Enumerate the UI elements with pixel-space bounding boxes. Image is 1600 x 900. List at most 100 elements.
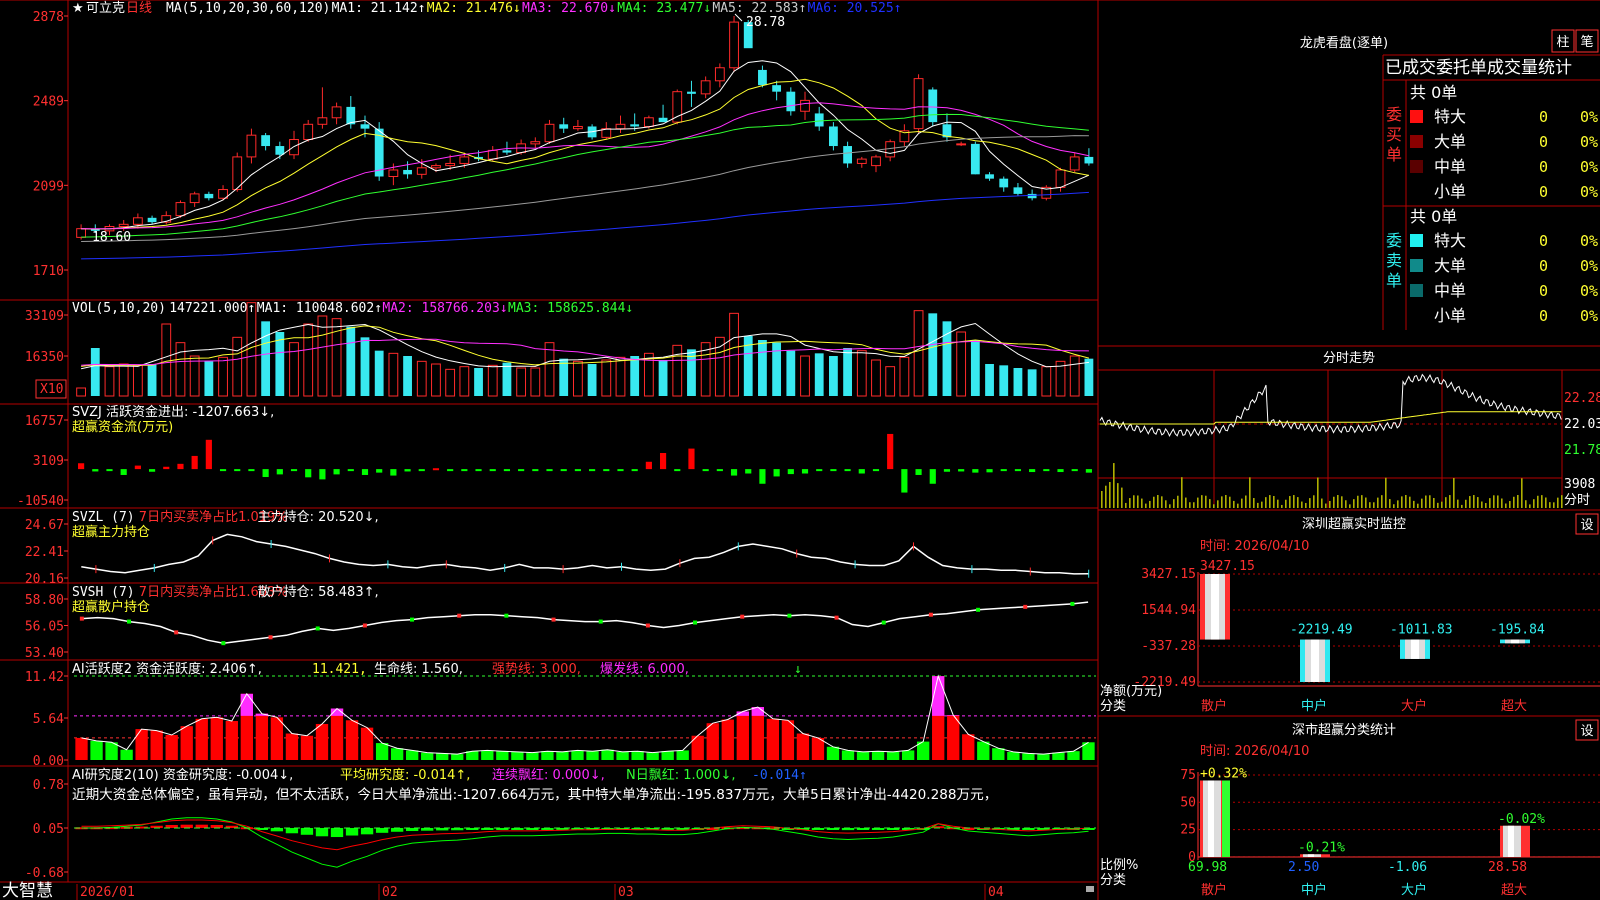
- fs-volume-bar: [1109, 482, 1111, 508]
- flow-bar-out: [120, 469, 127, 475]
- monitor-bar-label: -195.84: [1490, 623, 1545, 638]
- monitor-bar-highlight: [1211, 574, 1219, 640]
- vol-bar-down: [275, 332, 285, 396]
- flow-bar-out: [801, 469, 809, 474]
- vol-y-tick: 33109: [25, 309, 64, 324]
- sell-row-swatch: [1410, 259, 1423, 272]
- flow-bar-out: [773, 469, 780, 477]
- fs-volume-bar: [1341, 496, 1343, 508]
- sell-row-label: 中单: [1434, 281, 1466, 300]
- retail-marker: [362, 623, 367, 628]
- candle-down: [559, 124, 569, 129]
- fs-volume-bar: [1349, 504, 1351, 508]
- fs-volume-bar: [1357, 495, 1359, 508]
- x-date-label: 03: [618, 885, 634, 900]
- research-bar: [285, 828, 299, 834]
- retail-marker: [740, 614, 745, 619]
- class-bar-change: [1222, 780, 1230, 857]
- flow-bar-out: [816, 469, 823, 472]
- candle-down: [999, 178, 1009, 188]
- activity-bar: [150, 730, 163, 760]
- sell-row-value: 0: [1539, 232, 1548, 250]
- fs-volume-bar: [1445, 497, 1447, 508]
- flow-bar-out: [532, 469, 539, 472]
- flow-bar-in: [78, 463, 85, 470]
- activity-bar: [1022, 753, 1035, 760]
- activity-bar: [120, 749, 133, 760]
- fs-volume-bar: [1273, 495, 1275, 508]
- candle-up: [331, 106, 342, 119]
- ma-legend-1: MA1: 21.142↑: [332, 1, 426, 16]
- flow-bar-out: [1057, 469, 1064, 473]
- flow-bar-out: [745, 469, 752, 474]
- activity-bar: [105, 742, 118, 760]
- retail-holding-line: [81, 601, 1089, 644]
- retail-marker: [1070, 601, 1075, 606]
- fs-volume-bar: [1209, 499, 1211, 508]
- fs-volume-bar: [1405, 495, 1407, 508]
- vol-bar-up: [913, 310, 924, 397]
- fs-volume-bar: [1253, 498, 1255, 508]
- fs-volume-bar: [1461, 504, 1463, 508]
- fs-price-line: [1099, 373, 1562, 438]
- vol-bar-down: [786, 350, 796, 396]
- svzl-y-tick: 22.41: [25, 545, 64, 560]
- fs-volume-bar: [1193, 502, 1195, 508]
- activity-bar: [1052, 752, 1065, 760]
- flow-bar-out: [844, 469, 851, 472]
- vol-bar-up: [459, 366, 470, 397]
- flow-bar-out: [858, 469, 865, 474]
- candle-down: [843, 146, 852, 164]
- vol-bar-down: [587, 364, 597, 396]
- flow-bar-out: [390, 469, 397, 476]
- candle-down: [772, 85, 782, 92]
- svsh-y-tick: 56.05: [25, 620, 64, 635]
- monitor-time: 时间: 2026/04/10: [1200, 539, 1309, 554]
- vol-bar-down: [1027, 369, 1037, 396]
- fs-volume-bar: [1509, 501, 1511, 508]
- activity-bar: [781, 720, 795, 760]
- class-ylabel: 比例%: [1100, 858, 1138, 873]
- fs-y-tick: 22.03: [1564, 417, 1600, 432]
- candle-down: [758, 69, 767, 86]
- ma-line-2: [81, 78, 1089, 230]
- vol-legend-1: 147221.000↑: [169, 301, 255, 316]
- monitor-category: 中户: [1301, 698, 1327, 714]
- flow-bar-out: [518, 469, 525, 472]
- flow-bar-out: [361, 469, 369, 475]
- candle-up: [615, 123, 626, 130]
- activity-bar: [556, 751, 569, 760]
- retail-marker: [315, 626, 320, 631]
- monitor-settings-label: 设: [1580, 518, 1593, 533]
- ai2-y-tick: -0.68: [25, 866, 64, 881]
- class-time: 时间: 2026/04/10: [1200, 744, 1309, 759]
- flow-bar-out: [986, 469, 993, 473]
- activity-bar: [721, 719, 734, 760]
- fs-volume-bar: [1245, 495, 1247, 508]
- buy-side-label: 买: [1386, 125, 1402, 144]
- class-bar-highlight: [1508, 825, 1514, 857]
- activity-bar: [90, 740, 103, 760]
- vol-bar-up: [800, 355, 810, 397]
- candle-up: [871, 156, 881, 167]
- activity-bar: [180, 726, 193, 760]
- svzj-title: 超赢资金流(万元): [72, 419, 173, 435]
- x-date-label: 02: [382, 885, 398, 900]
- class-change-label: +0.32%: [1200, 766, 1247, 781]
- activity-bar: [646, 752, 659, 760]
- activity-bar: [300, 735, 314, 760]
- candle-up: [416, 167, 427, 175]
- svzj-header: SVZJ 活跃资金进出: -1207.663↓,: [72, 404, 274, 420]
- flow-bar-in: [645, 461, 652, 470]
- fs-volume-bar: [1437, 502, 1439, 508]
- fs-volume-bar: [1453, 477, 1455, 508]
- sell-side-label: 卖: [1386, 251, 1402, 270]
- flow-bar-out: [759, 469, 766, 484]
- brand-label: 大智慧: [2, 881, 53, 900]
- ai1-y-tick: 0.00: [33, 754, 64, 769]
- fs-volume-bar: [1537, 495, 1539, 508]
- candle-up: [459, 156, 470, 164]
- vol-bar-down: [658, 360, 668, 396]
- activity-bar: [631, 751, 644, 760]
- fs-volume-bar: [1201, 495, 1203, 508]
